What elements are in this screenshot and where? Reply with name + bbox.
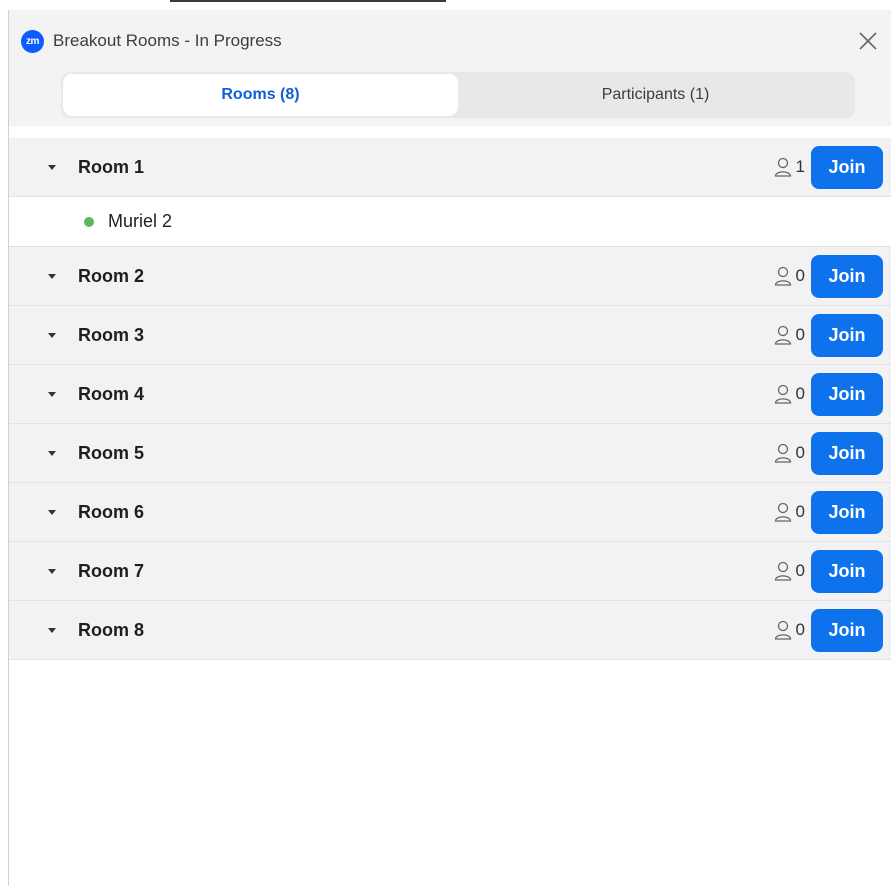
caret-down-icon[interactable]: [48, 164, 56, 170]
room-row[interactable]: Room 2 0 Join: [9, 247, 891, 306]
join-button[interactable]: Join: [811, 146, 883, 189]
participant-row[interactable]: Muriel 2: [9, 197, 891, 247]
participant-count: 1: [773, 156, 805, 178]
room-list: Room 1 1 Join Muriel 2 Room 2 0 Join Room 3 0 Joi…: [9, 138, 891, 660]
online-status-dot: [84, 216, 94, 227]
caret-down-icon[interactable]: [48, 450, 56, 456]
close-button[interactable]: [855, 28, 881, 54]
caret-down-icon[interactable]: [48, 273, 56, 279]
participant-count: 0: [773, 265, 805, 287]
background-window-edge: [170, 0, 446, 2]
tab-participants[interactable]: Participants (1): [458, 74, 853, 116]
join-button[interactable]: Join: [811, 491, 883, 534]
room-name: Room 5: [78, 442, 145, 463]
tab-bar: Rooms (8) Participants (1): [61, 72, 855, 118]
window-title: Breakout Rooms - In Progress: [53, 31, 282, 50]
zoom-logo-icon: zm: [21, 29, 44, 53]
title-bar: zm Breakout Rooms - In Progress: [9, 10, 891, 72]
room-row[interactable]: Room 3 0 Join: [9, 306, 891, 365]
room-name: Room 8: [78, 619, 145, 640]
join-button[interactable]: Join: [811, 314, 883, 357]
participant-count: 0: [773, 383, 805, 405]
participant-count: 0: [773, 442, 805, 464]
tab-rooms[interactable]: Rooms (8): [63, 74, 458, 116]
room-name: Room 3: [78, 324, 145, 345]
participant-name: Muriel 2: [108, 211, 173, 231]
participant-count-value: 0: [795, 561, 805, 580]
room-row[interactable]: Room 6 0 Join: [9, 483, 891, 542]
room-row[interactable]: Room 7 0 Join: [9, 542, 891, 601]
person-icon: [774, 266, 791, 286]
caret-down-icon[interactable]: [48, 627, 56, 633]
person-icon: [774, 561, 791, 581]
participant-count-value: 0: [795, 620, 805, 639]
join-button[interactable]: Join: [811, 373, 883, 416]
participant-count-value: 0: [795, 443, 805, 462]
room-name: Room 2: [78, 265, 145, 286]
room-name: Room 6: [78, 501, 145, 522]
room-row[interactable]: Room 1 1 Join: [9, 138, 891, 197]
person-icon: [774, 384, 791, 404]
caret-down-icon[interactable]: [48, 509, 56, 515]
participant-count: 0: [773, 324, 805, 346]
room-row[interactable]: Room 5 0 Join: [9, 424, 891, 483]
caret-down-icon[interactable]: [48, 332, 56, 338]
breakout-rooms-window: zm Breakout Rooms - In Progress Rooms (8…: [8, 10, 891, 886]
participant-count-value: 0: [795, 384, 805, 403]
room-name: Room 4: [78, 383, 145, 404]
close-icon: [859, 32, 877, 50]
room-row[interactable]: Room 8 0 Join: [9, 601, 891, 660]
participant-count-value: 0: [795, 325, 805, 344]
participant-count-value: 0: [795, 502, 805, 521]
tab-bar-container: Rooms (8) Participants (1): [9, 72, 891, 126]
person-icon: [774, 325, 791, 345]
person-icon: [774, 443, 791, 463]
join-button[interactable]: Join: [811, 255, 883, 298]
tab-divider-space: [9, 126, 891, 138]
caret-down-icon[interactable]: [48, 568, 56, 574]
participant-count: 0: [773, 560, 805, 582]
room-name: Room 7: [78, 560, 145, 581]
participant-count: 0: [773, 501, 805, 523]
caret-down-icon[interactable]: [48, 391, 56, 397]
participant-count-value: 0: [795, 266, 805, 285]
person-icon: [774, 157, 791, 177]
room-row[interactable]: Room 4 0 Join: [9, 365, 891, 424]
room-name: Room 1: [78, 156, 145, 177]
person-icon: [774, 502, 791, 522]
participant-count: 0: [773, 619, 805, 641]
join-button[interactable]: Join: [811, 432, 883, 475]
join-button[interactable]: Join: [811, 550, 883, 593]
join-button[interactable]: Join: [811, 609, 883, 652]
participant-count-value: 1: [795, 157, 805, 176]
person-icon: [774, 620, 791, 640]
